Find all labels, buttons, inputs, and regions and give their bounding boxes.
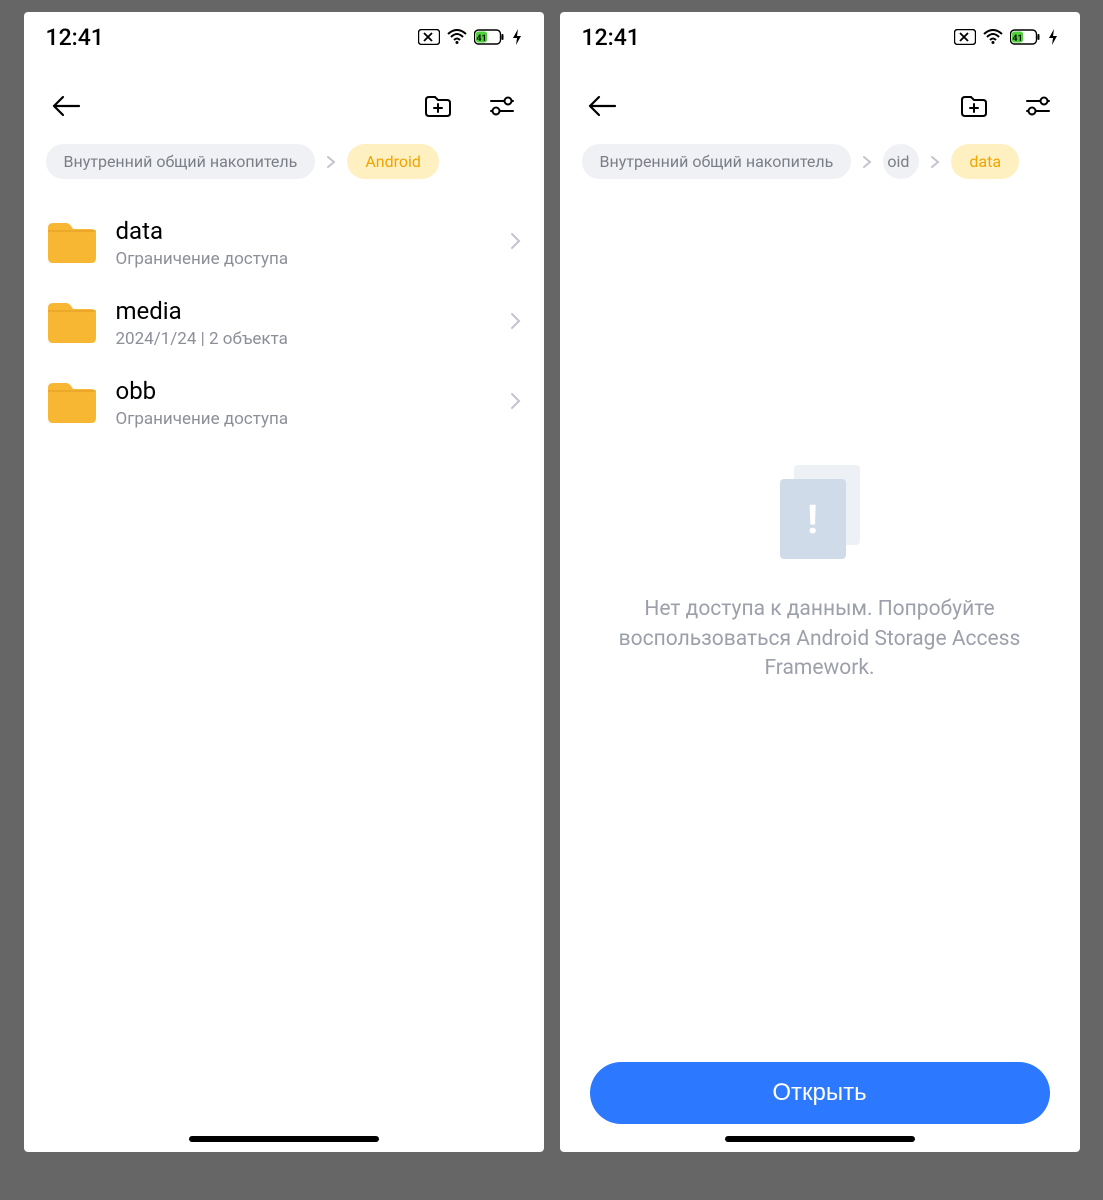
chevron-right-icon <box>508 230 522 256</box>
sliders-icon <box>488 94 516 118</box>
folder-subtitle: Ограничение доступа <box>116 409 508 429</box>
status-time: 12:41 <box>46 24 104 51</box>
folder-item-media[interactable]: media 2024/1/24 | 2 объекта <box>46 283 522 363</box>
folder-plus-icon <box>960 94 988 118</box>
folder-icon <box>46 220 98 266</box>
arrow-left-icon <box>587 94 617 118</box>
back-button[interactable] <box>582 86 622 126</box>
folder-subtitle: Ограничение доступа <box>116 249 508 269</box>
breadcrumbs: Внутренний общий накопитель Android <box>24 136 544 187</box>
empty-state: ! Нет доступа к данным. Попробуйте воспо… <box>582 203 1058 1046</box>
svg-text:41: 41 <box>1012 34 1022 44</box>
folder-subtitle: 2024/1/24 | 2 объекта <box>116 329 508 349</box>
wifi-icon <box>982 29 1004 45</box>
chevron-right-icon <box>325 154 337 170</box>
wifi-icon <box>446 29 468 45</box>
chevron-right-icon <box>929 154 941 170</box>
chevron-right-icon <box>861 154 873 170</box>
back-button[interactable] <box>46 86 86 126</box>
breadcrumb-item-active[interactable]: Android <box>347 144 439 179</box>
content-area: ! Нет доступа к данным. Попробуйте воспо… <box>560 187 1080 1062</box>
charging-icon <box>512 29 522 45</box>
phone-right: 12:41 41 Внутренний общий накопитель oid <box>560 12 1080 1152</box>
status-time: 12:41 <box>582 24 640 51</box>
status-bar: 12:41 41 <box>24 12 544 62</box>
phone-left: 12:41 41 Внутренний общий накопитель And… <box>24 12 544 1152</box>
breadcrumb-item[interactable]: oid <box>883 144 919 179</box>
folder-name: obb <box>116 377 508 405</box>
home-indicator[interactable] <box>725 1136 915 1142</box>
folder-plus-icon <box>424 94 452 118</box>
charging-icon <box>1048 29 1058 45</box>
no-access-icon: ! <box>770 465 870 565</box>
status-icons: 41 <box>418 29 522 45</box>
new-folder-button[interactable] <box>418 86 458 126</box>
empty-message: Нет доступа к данным. Попробуйте восполь… <box>602 595 1038 683</box>
breadcrumb-item-active[interactable]: data <box>951 144 1019 179</box>
folder-item-obb[interactable]: obb Ограничение доступа <box>46 363 522 443</box>
folder-icon <box>46 380 98 426</box>
folder-list: data Ограничение доступа media 2024/1/24… <box>24 187 544 1152</box>
battery-icon: 41 <box>474 29 506 45</box>
status-bar: 12:41 41 <box>560 12 1080 62</box>
chevron-right-icon <box>508 310 522 336</box>
breadcrumb-item[interactable]: Внутренний общий накопитель <box>582 144 852 179</box>
folder-item-data[interactable]: data Ограничение доступа <box>46 203 522 283</box>
sliders-icon <box>1024 94 1052 118</box>
sim-icon <box>418 29 440 45</box>
folder-name: media <box>116 297 508 325</box>
status-icons: 41 <box>954 29 1058 45</box>
breadcrumb-item[interactable]: Внутренний общий накопитель <box>46 144 316 179</box>
settings-button[interactable] <box>482 86 522 126</box>
open-button[interactable]: Открыть <box>590 1062 1050 1124</box>
settings-button[interactable] <box>1018 86 1058 126</box>
home-indicator[interactable] <box>189 1136 379 1142</box>
sim-icon <box>954 29 976 45</box>
folder-name: data <box>116 217 508 245</box>
chevron-right-icon <box>508 390 522 416</box>
battery-icon: 41 <box>1010 29 1042 45</box>
new-folder-button[interactable] <box>954 86 994 126</box>
breadcrumbs: Внутренний общий накопитель oid data <box>560 136 1080 187</box>
svg-text:41: 41 <box>476 34 486 44</box>
toolbar <box>24 76 544 136</box>
arrow-left-icon <box>51 94 81 118</box>
folder-icon <box>46 300 98 346</box>
toolbar <box>560 76 1080 136</box>
